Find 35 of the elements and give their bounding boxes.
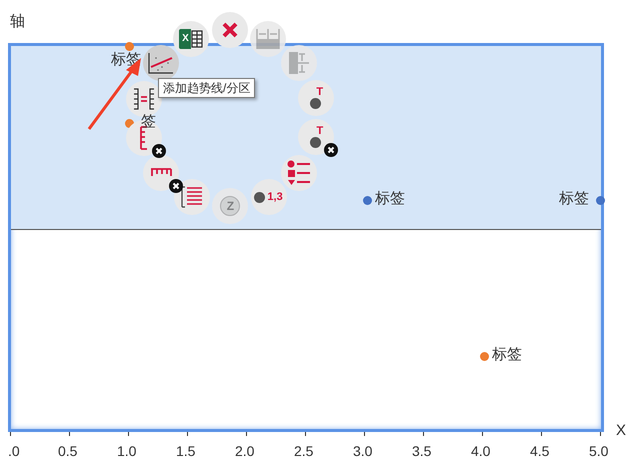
point-label: 标签 — [559, 191, 589, 206]
spreadsheet-logo: X — [179, 28, 192, 49]
menu-button[interactable]: X — [173, 20, 210, 57]
tick-label: 3.0 — [353, 444, 372, 458]
remove-badge-icon — [169, 179, 184, 194]
tick-label: 1.5 — [176, 444, 196, 458]
tick-label: 4.0 — [471, 444, 490, 458]
label-glyph: T — [316, 126, 324, 138]
point-label: 标签 — [492, 347, 522, 362]
close-icon — [220, 21, 239, 39]
sheet-grid-icon — [191, 30, 204, 48]
axis-title: 轴 — [10, 13, 25, 30]
remove-badge-icon — [152, 144, 166, 158]
gridlines-icon — [181, 186, 204, 208]
tick-label: 1.0 — [117, 444, 136, 458]
axis-title: X — [616, 423, 626, 438]
point-label: 标签 — [375, 191, 405, 206]
axis-scale-icon — [132, 88, 156, 110]
legend-icon — [287, 160, 312, 186]
tick-label: .0 — [8, 444, 20, 458]
label-glyph: T — [316, 86, 324, 98]
tick-label: 2.0 — [235, 444, 254, 458]
tick-label: 4.5 — [530, 444, 550, 458]
trendline-icon — [148, 52, 174, 74]
tooltip: 添加趋势线/分区 — [158, 78, 256, 98]
tick-label: 5.0 — [589, 444, 608, 458]
zoom-glyph: Z — [220, 196, 240, 216]
value-glyph: 1,3 — [267, 190, 283, 205]
tick-label: 0.5 — [58, 444, 78, 458]
columns-icon — [256, 28, 280, 50]
rows-icon — [288, 50, 310, 75]
tick-label: 2.5 — [294, 444, 314, 458]
point-label: 签 — [141, 114, 156, 129]
tick-label: 3.5 — [412, 444, 432, 458]
remove-badge-icon — [324, 143, 338, 158]
